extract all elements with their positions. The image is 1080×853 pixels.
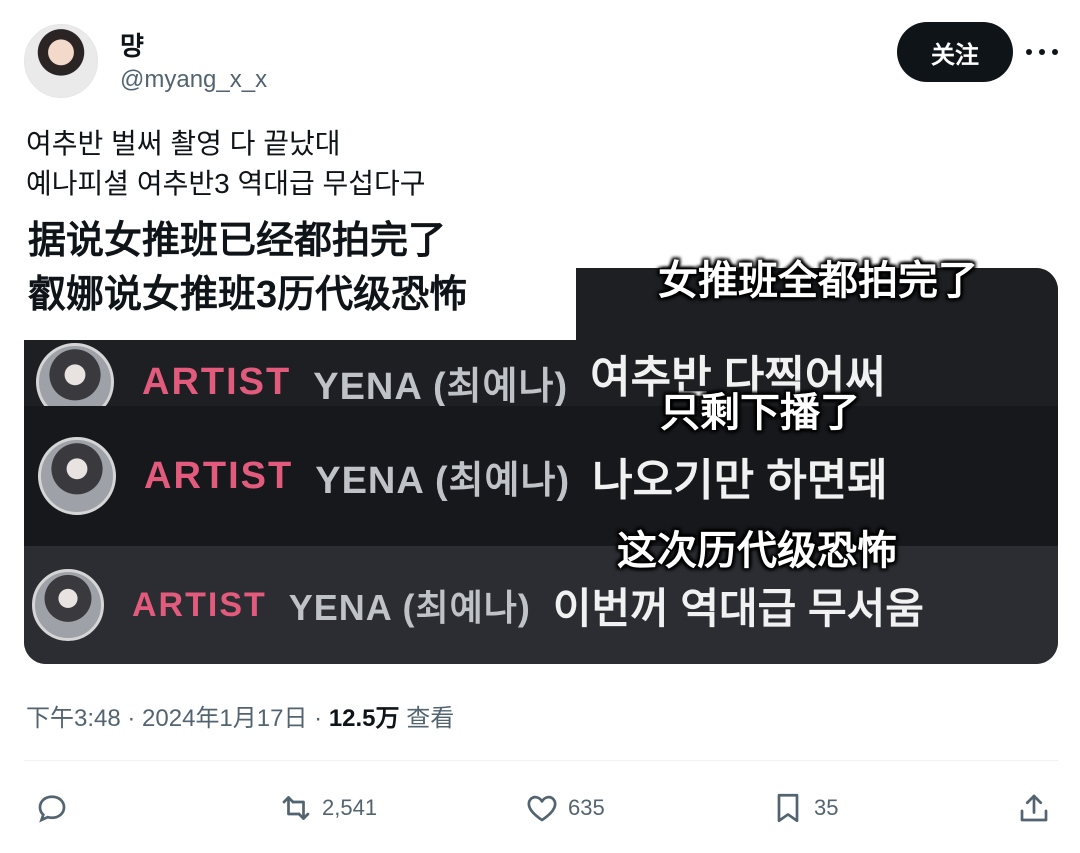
retweet-button[interactable]: 2,541 <box>278 780 377 836</box>
artist-tag: ARTIST <box>132 585 267 624</box>
dot <box>1039 49 1045 55</box>
heart-icon <box>527 795 557 822</box>
artist-name: YENA (최예나) <box>313 365 569 408</box>
overlay-subtitle: 这次历代级恐怖 <box>617 529 897 573</box>
date: 2024年1月17日 <box>142 705 308 732</box>
caption-line: 叡娜说女推班3历代级恐怖 <box>28 274 468 316</box>
bookmark-icon <box>777 793 799 823</box>
artist-avatar <box>32 569 104 641</box>
view-label: 查看 <box>406 705 455 732</box>
retweet-icon <box>282 796 310 820</box>
like-count: 635 <box>568 795 605 820</box>
tweet-text: 여추반 벌써 촬영 다 끝났대 예나피셜 여추반3 역대급 무섭다구 <box>26 124 426 204</box>
artist-tag: ARTIST <box>142 360 292 403</box>
time: 下午3:48 <box>26 705 121 732</box>
separator: · <box>307 705 329 732</box>
caption-line: 据说女推班已经都拍完了 <box>28 220 447 262</box>
chat-row: ARTIST YENA (최예나) 나오기만 하면돼 <box>24 406 1058 546</box>
retweet-count: 2,541 <box>322 795 378 820</box>
view-count: 12.5万 <box>328 705 400 732</box>
bookmark-count: 35 <box>814 795 839 820</box>
share-button[interactable] <box>1016 780 1052 836</box>
display-name[interactable]: 먕 <box>120 26 144 63</box>
chat-message: 이번꺼 역대급 무서움 <box>552 584 924 632</box>
translation-caption: 据说女推班已经都拍完了 叡娜说女推班3历代级恐怖 <box>24 208 576 340</box>
divider <box>24 760 1058 761</box>
tweet-line: 예나피셜 여추반3 역대급 무섭다구 <box>26 168 426 199</box>
bookmark-button[interactable]: 35 <box>770 780 838 836</box>
overlay-subtitle: 只剩下播了 <box>660 391 860 435</box>
overlay-subtitle: 女推班全都拍完了 <box>658 259 978 303</box>
follow-button[interactable]: 关注 <box>897 22 1013 82</box>
reply-button[interactable] <box>34 780 70 836</box>
dot <box>1052 49 1058 55</box>
avatar[interactable] <box>24 24 98 98</box>
user-handle[interactable]: @myang_x_x <box>120 66 267 94</box>
tweet-line: 여추반 벌써 촬영 다 끝났대 <box>26 128 341 159</box>
more-options-icon[interactable] <box>1026 38 1058 66</box>
chat-row: ARTIST YENA (최예나) 이번꺼 역대급 무서움 <box>24 546 1058 664</box>
like-button[interactable]: 635 <box>524 780 605 836</box>
chat-message: 나오기만 하면돼 <box>592 456 888 505</box>
artist-name: YENA (최예나) <box>288 587 531 628</box>
separator: · <box>120 705 143 732</box>
artist-avatar <box>38 437 116 515</box>
action-bar: 2,541 635 35 <box>0 780 1080 836</box>
dot <box>1026 49 1032 55</box>
reply-icon <box>38 795 66 823</box>
tweet-timestamp[interactable]: 下午3:48 · 2024年1月17日 · 12.5万 查看 <box>26 698 454 733</box>
artist-name: YENA (최예나) <box>315 459 571 502</box>
share-icon <box>1020 794 1048 822</box>
artist-tag: ARTIST <box>144 454 294 497</box>
